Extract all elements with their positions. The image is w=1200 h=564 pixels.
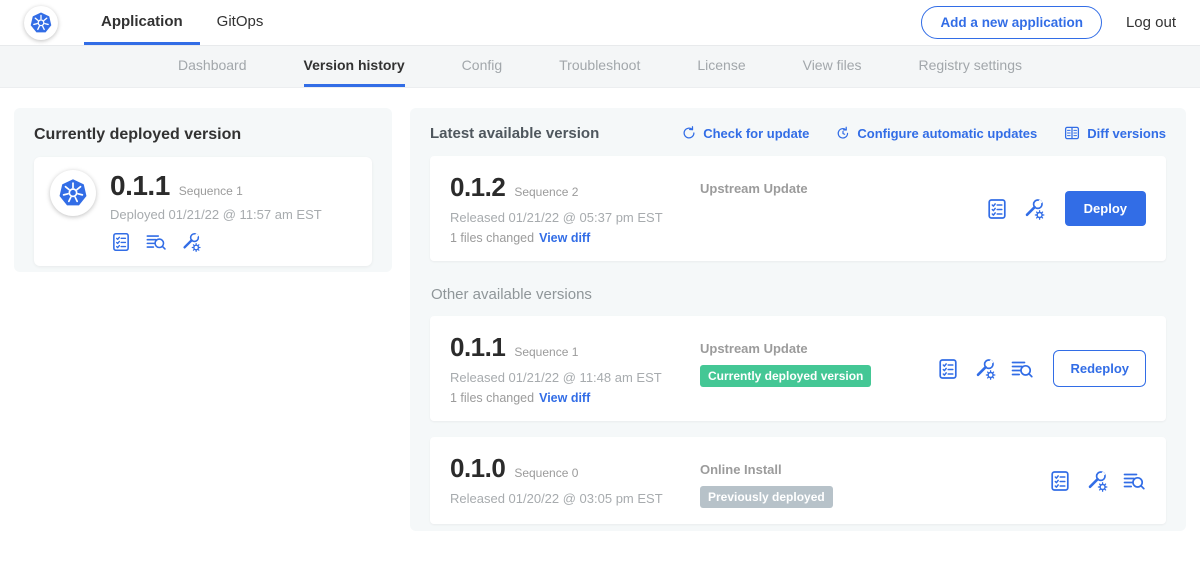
- version-source-label: Online Install: [700, 462, 1048, 477]
- sequence-label: Sequence 1: [514, 345, 578, 359]
- config-icon[interactable]: [1085, 469, 1109, 493]
- sequence-label: Sequence 0: [514, 466, 578, 480]
- version-source-label: Upstream Update: [700, 341, 936, 356]
- release-notes-icon[interactable]: [985, 197, 1009, 221]
- deployed-version-card: 0.1.1 Sequence 1 Deployed 01/21/22 @ 11:…: [34, 157, 372, 266]
- check-for-update-label: Check for update: [703, 126, 809, 141]
- add-new-application-button[interactable]: Add a new application: [921, 6, 1102, 39]
- top-header: Application GitOps Add a new application…: [0, 0, 1200, 46]
- config-icon[interactable]: [1022, 197, 1046, 221]
- sequence-label: Sequence 2: [514, 185, 578, 199]
- version-row-0-1-1: 0.1.1 Sequence 1 Released 01/21/22 @ 11:…: [430, 316, 1166, 421]
- deploy-button[interactable]: Deploy: [1065, 191, 1146, 226]
- release-notes-icon[interactable]: [110, 231, 132, 253]
- previously-deployed-badge: Previously deployed: [700, 486, 833, 508]
- check-for-update-link[interactable]: Check for update: [681, 125, 809, 141]
- version-number: 0.1.0: [450, 453, 505, 484]
- tab-application[interactable]: Application: [84, 0, 200, 45]
- currently-deployed-panel: Currently deployed version 0.1.1 Sequenc…: [14, 108, 392, 272]
- other-available-versions-title: Other available versions: [431, 286, 1166, 303]
- currently-deployed-title: Currently deployed version: [34, 126, 372, 144]
- deployed-timestamp: Deployed 01/21/22 @ 11:57 am EST: [110, 207, 322, 222]
- redeploy-button[interactable]: Redeploy: [1053, 350, 1146, 387]
- version-history-panel: Latest available version Check for updat…: [410, 108, 1186, 531]
- refresh-icon: [681, 125, 697, 141]
- released-timestamp: Released 01/20/22 @ 03:05 pm EST: [450, 491, 700, 506]
- deployed-version-number: 0.1.1: [110, 170, 170, 202]
- version-actions: Check for update Configure automatic upd…: [681, 124, 1166, 142]
- logs-icon[interactable]: [1010, 357, 1034, 381]
- diff-versions-link[interactable]: Diff versions: [1063, 124, 1166, 142]
- subnav-tab-view-files[interactable]: View files: [803, 46, 862, 87]
- app-subnav: Dashboard Version history Config Trouble…: [0, 46, 1200, 88]
- version-row-0-1-0: 0.1.0 Sequence 0 Released 01/20/22 @ 03:…: [430, 437, 1166, 524]
- view-diff-link[interactable]: View diff: [539, 391, 590, 405]
- version-row-0-1-2: 0.1.2 Sequence 2 Released 01/21/22 @ 05:…: [430, 156, 1166, 261]
- subnav-tab-license[interactable]: License: [697, 46, 745, 87]
- latest-available-title: Latest available version: [430, 125, 599, 142]
- released-timestamp: Released 01/21/22 @ 05:37 pm EST: [450, 210, 700, 225]
- subnav-tab-troubleshoot[interactable]: Troubleshoot: [559, 46, 640, 87]
- tab-gitops[interactable]: GitOps: [200, 0, 281, 45]
- logout-button[interactable]: Log out: [1126, 14, 1176, 31]
- files-changed-label: 1 files changed: [450, 231, 534, 245]
- view-diff-link[interactable]: View diff: [539, 231, 590, 245]
- release-notes-icon[interactable]: [1048, 469, 1072, 493]
- subnav-tab-config[interactable]: Config: [462, 46, 502, 87]
- subnav-tab-registry-settings[interactable]: Registry settings: [919, 46, 1022, 87]
- diff-icon: [1063, 124, 1081, 142]
- subnav-tab-version-history[interactable]: Version history: [304, 46, 405, 87]
- diff-versions-label: Diff versions: [1087, 126, 1166, 141]
- released-timestamp: Released 01/21/22 @ 11:48 am EST: [450, 370, 700, 385]
- kubernetes-logo-icon: [24, 6, 58, 40]
- schedule-icon: [835, 125, 851, 141]
- kubernetes-logo-icon: [50, 170, 96, 216]
- header-right: Add a new application Log out: [921, 0, 1176, 45]
- config-icon[interactable]: [180, 231, 202, 253]
- configure-automatic-updates-label: Configure automatic updates: [857, 126, 1037, 141]
- currently-deployed-badge: Currently deployed version: [700, 365, 871, 387]
- main-content: Currently deployed version 0.1.1 Sequenc…: [0, 88, 1200, 564]
- subnav-tab-dashboard[interactable]: Dashboard: [178, 46, 247, 87]
- latest-version-header: Latest available version Check for updat…: [430, 124, 1166, 142]
- files-changed-label: 1 files changed: [450, 391, 534, 405]
- version-number: 0.1.2: [450, 172, 505, 203]
- config-icon[interactable]: [973, 357, 997, 381]
- logs-icon[interactable]: [1122, 469, 1146, 493]
- release-notes-icon[interactable]: [936, 357, 960, 381]
- configure-automatic-updates-link[interactable]: Configure automatic updates: [835, 125, 1037, 141]
- version-source-label: Upstream Update: [700, 181, 985, 196]
- app-logo: [24, 0, 58, 45]
- version-number: 0.1.1: [450, 332, 505, 363]
- logs-icon[interactable]: [143, 231, 169, 253]
- deployed-sequence-label: Sequence 1: [179, 184, 243, 198]
- app-nav-tabs: Application GitOps: [84, 0, 280, 45]
